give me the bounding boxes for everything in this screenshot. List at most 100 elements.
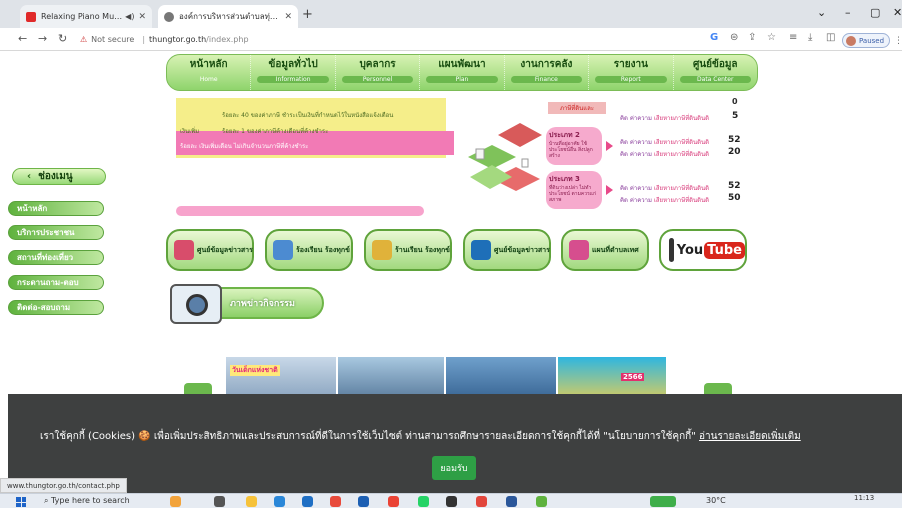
tax-row-value: 5	[732, 111, 739, 121]
profile-button[interactable]: Paused	[842, 33, 890, 48]
petitions-icon	[372, 240, 392, 260]
camera-icon	[170, 284, 222, 324]
windows-start-icon[interactable]	[16, 497, 26, 507]
accept-cookies-button[interactable]: ยอมรับ	[432, 456, 476, 480]
nav-report[interactable]: รายงาน Report	[589, 55, 674, 90]
cookie-policy-link[interactable]: อ่านรายละเอียดเพิ่มเติม	[699, 431, 801, 442]
chrome-icon[interactable]	[388, 496, 399, 507]
site-favicon-icon	[164, 11, 174, 22]
security-label: Not secure	[91, 35, 135, 44]
nav-information[interactable]: ข้อมูลทั่วไป Information	[251, 55, 336, 90]
file-explorer-icon[interactable]	[246, 496, 257, 507]
taskbar-app-icon[interactable]	[476, 496, 487, 507]
taskbar-app-icon[interactable]	[358, 496, 369, 507]
forward-icon[interactable]: →	[38, 32, 47, 45]
star-icon[interactable]: ☆	[767, 32, 776, 43]
sidebar-title: ‹ ช่องเมนู	[12, 168, 106, 185]
map-icon	[569, 240, 589, 260]
cookie-consent-bar: เราใช้คุกกี้ (Cookies) 🍪 เพื่อเพิ่มประสิ…	[8, 394, 902, 493]
edge-icon[interactable]	[274, 496, 285, 507]
tax-row: คิด ค่าความ เสียหายภาษีที่ดินดินดิ	[620, 185, 710, 192]
nav-plan[interactable]: แผนพัฒนา Plan	[420, 55, 505, 90]
url-field[interactable]: ⚠ Not secure | thungtor.go.th /index.php	[80, 31, 700, 48]
warning-icon: ⚠	[80, 35, 88, 44]
quick-link-info-center[interactable]: ศูนย์ข้อมูลข่าวสาร	[166, 229, 254, 271]
close-tab-icon[interactable]: ✕	[284, 12, 292, 22]
new-tab-button[interactable]: +	[302, 7, 313, 22]
clock[interactable]: 11:13	[854, 494, 874, 502]
sidebar-item-services[interactable]: บริการประชาชน	[8, 225, 104, 240]
url-domain: thungtor.go.th	[149, 35, 207, 44]
main-navigation: หน้าหลัก Home ข้อมูลทั่วไป Information บุค…	[166, 54, 758, 91]
menu-icon[interactable]: ⋮	[894, 36, 902, 46]
tax-row: คิด ค่าความ เสียหายภาษีที่ดินดินดิ	[620, 139, 710, 146]
tax-row: คิด ค่าความ เสียหายภาษีที่ดินดินดิ	[620, 197, 710, 204]
taskbar-app-icon[interactable]	[302, 496, 313, 507]
tab-search-icon[interactable]: ⌄	[817, 6, 826, 19]
profile-status: Paused	[859, 36, 885, 45]
tab-title: องค์การบริหารส่วนตำบลทุ่งต่อ อำเภอ	[179, 12, 281, 21]
translate-icon[interactable]: ⊜	[730, 32, 738, 43]
browser-tab-music[interactable]: Relaxing Piano Music: Roma ◀) ✕	[20, 5, 152, 28]
maximize-icon[interactable]: ▢	[870, 6, 880, 19]
browser-tab-thungtor[interactable]: องค์การบริหารส่วนตำบลทุ่งต่อ อำเภอ ✕	[158, 5, 298, 28]
chevron-left-icon: ‹	[27, 171, 32, 182]
word-icon[interactable]	[506, 496, 517, 507]
taskbar-app-icon[interactable]	[170, 496, 181, 507]
sidepanel-icon[interactable]: ◫	[826, 32, 835, 43]
quick-link-complaints[interactable]: ร้องเรียน ร้องทุกข์	[265, 229, 353, 271]
tax-info-banner[interactable]: ร้อยละ 40 ของค่าภาษี ชำระเป็นเงินที่กำหน…	[176, 91, 752, 209]
info-center-icon	[174, 240, 194, 260]
nav-personnel[interactable]: บุคลากร Personnel	[336, 55, 421, 90]
arrow-icon	[606, 141, 613, 151]
complaints-icon	[273, 240, 293, 260]
tax-line-3: ร้อยละ เงินเพิ่มเดือน ไม่เกินจำนวนภาษีที…	[180, 143, 309, 150]
taskbar-app-icon[interactable]	[446, 496, 457, 507]
close-window-icon[interactable]: ✕	[893, 6, 902, 19]
banner-year: 2566	[621, 373, 645, 381]
quick-link-map[interactable]: แผนที่ตำบลเทศ	[561, 229, 649, 271]
tax-row: คิด ค่าความ เสียหายภาษีที่ดินดินดิ	[620, 151, 710, 158]
reload-icon[interactable]: ↻	[58, 32, 67, 45]
category-3-box: ประเภท 3 ที่ดินว่างเปล่า ไม่ทำประโยชน์ ต…	[546, 171, 602, 209]
status-url-tooltip: www.thungtor.go.th/contact.php	[0, 478, 127, 493]
share-icon[interactable]: ⇪	[748, 32, 756, 43]
web-page: หน้าหลัก Home ข้อมูลทั่วไป Information บุค…	[0, 51, 902, 493]
quick-link-data-center[interactable]: ศูนย์ข้อมูลข่าวสาร	[463, 229, 551, 271]
reading-list-icon[interactable]: ≡	[789, 32, 797, 43]
taskbar-app-icon[interactable]	[536, 496, 547, 507]
nav-home[interactable]: หน้าหลัก Home	[167, 55, 252, 90]
taskbar-app-icon[interactable]	[330, 496, 341, 507]
sidebar-item-home[interactable]: หน้าหลัก	[8, 201, 104, 216]
minimize-icon[interactable]: –	[845, 6, 851, 19]
taskbar-search[interactable]: ⌕ Type here to search	[44, 496, 130, 506]
line-icon[interactable]	[418, 496, 429, 507]
count-top: 0	[732, 97, 738, 106]
nav-data-center[interactable]: ศูนย์ข้อมูล Data Center	[674, 55, 757, 90]
cookie-message: เราใช้คุกกี้ (Cookies) 🍪 เพื่อเพิ่มประสิ…	[40, 431, 801, 442]
category-2-box: ประเภท 2 บ้านที่อยู่อาศัย ใช้ประโยชน์อื่…	[546, 127, 602, 165]
nav-finance[interactable]: งานการคลัง Finance	[505, 55, 590, 90]
sidebar-item-qa-board[interactable]: กระดานถาม-ตอบ	[8, 275, 104, 290]
decorative-wave	[176, 206, 424, 216]
quick-link-petitions[interactable]: ร้านเรียน ร้องทุกข์	[364, 229, 452, 271]
back-icon[interactable]: ←	[18, 32, 27, 45]
close-tab-icon[interactable]: ✕	[138, 12, 146, 22]
sidebar-item-attractions[interactable]: สถานที่ท่องเที่ยว	[8, 250, 104, 265]
avatar	[846, 35, 856, 46]
download-icon[interactable]: ⤓	[808, 32, 812, 43]
film-camera-icon	[669, 238, 674, 262]
youtube-link[interactable]: You Tube	[659, 229, 747, 271]
tax-line-2-label: เงินเพิ่ม	[180, 128, 200, 135]
weather-widget[interactable]: 30°C	[706, 496, 726, 505]
google-icon[interactable]: G	[710, 32, 718, 43]
audio-icon[interactable]: ◀)	[125, 12, 134, 21]
tax-row-value: 52	[728, 181, 741, 191]
banner-caption: วันเด็กแห่งชาติ	[230, 365, 280, 376]
task-view-icon[interactable]	[214, 496, 225, 507]
screen: { "browser": { "tabs": [ {"title": "Rela…	[0, 0, 902, 508]
tax-line-2: ร้อยละ 1 ของค่าภาษีค้างเดือนที่ค้างชำระ	[222, 128, 329, 135]
taskbar-app-icon[interactable]	[650, 496, 676, 507]
arrow-icon	[606, 185, 613, 195]
sidebar-item-contact[interactable]: ติดต่อ-สอบถาม	[8, 300, 104, 315]
